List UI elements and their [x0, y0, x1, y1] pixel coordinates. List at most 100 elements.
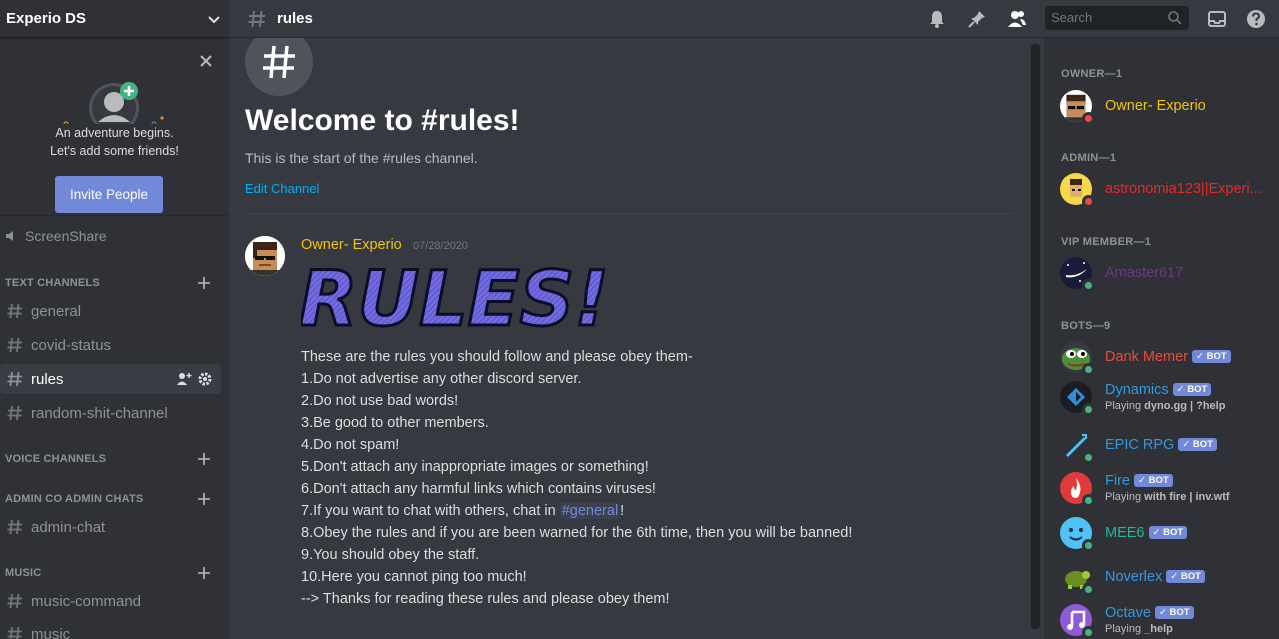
- message-content: These are the rules you should follow an…: [301, 346, 852, 610]
- member-fire[interactable]: Fire ✓ BOT Playing with fire | inv.wtf: [1060, 472, 1279, 512]
- channel-admin-chat[interactable]: admin-chat: [0, 512, 221, 542]
- status-online-badge: [1082, 626, 1095, 639]
- member-name: EPIC RPG ✓ BOT: [1105, 437, 1217, 453]
- member-list-icon[interactable]: [1006, 8, 1028, 30]
- pin-icon[interactable]: [966, 8, 988, 30]
- activity-name: dyno.gg | ?help: [1144, 400, 1226, 412]
- member-noverlex[interactable]: Noverlex ✓ BOT: [1060, 561, 1279, 601]
- help-icon[interactable]: [1245, 8, 1267, 30]
- bot-badge-label: BOT: [1169, 607, 1190, 618]
- plus-icon[interactable]: [197, 452, 211, 466]
- member-group-admin: ADMIN—1: [1061, 152, 1117, 164]
- member-owner-experio[interactable]: Owner- Experio: [1060, 90, 1279, 130]
- message-line: 2.Do not use bad words!: [301, 393, 459, 409]
- bot-badge: ✓ BOT: [1172, 383, 1212, 396]
- bot-badge-label: BOT: [1163, 527, 1184, 538]
- plus-icon[interactable]: [197, 492, 211, 506]
- member-epic-rpg[interactable]: EPIC RPG ✓ BOT: [1060, 429, 1279, 469]
- channel-label: general: [31, 302, 82, 320]
- avatar: [1060, 604, 1095, 639]
- channel-rules[interactable]: rules: [0, 364, 221, 394]
- close-icon[interactable]: [197, 52, 215, 70]
- channel-music-command[interactable]: music-command: [0, 586, 221, 616]
- status-online-badge: [1082, 363, 1095, 376]
- avatar: [1060, 173, 1095, 208]
- avatar: [1060, 429, 1095, 464]
- member-name: Dynamics ✓ BOT: [1105, 382, 1212, 398]
- guild-header[interactable]: Experio DS: [0, 0, 229, 38]
- bot-badge-label: BOT: [1206, 351, 1227, 362]
- member-dynamics[interactable]: Dynamics ✓ BOT Playing dyno.gg | ?help: [1060, 381, 1279, 421]
- category-music[interactable]: MUSIC: [5, 567, 41, 579]
- channel-mention-general[interactable]: #general: [559, 503, 621, 519]
- divider: [245, 213, 1013, 214]
- create-invite-icon[interactable]: [176, 371, 192, 387]
- message-line-text: !: [620, 503, 625, 519]
- message-author[interactable]: Owner- Experio: [301, 237, 402, 253]
- status-online-badge: [1082, 539, 1095, 552]
- member-group-owner: OWNER—1: [1061, 68, 1123, 80]
- member-name: Owner- Experio: [1105, 98, 1206, 114]
- avatar[interactable]: [245, 236, 285, 276]
- plus-icon[interactable]: [197, 566, 211, 580]
- message-line: 1.Do not advertise any other discord ser…: [301, 371, 582, 387]
- plus-icon[interactable]: [197, 276, 211, 290]
- activity-name: with fire | inv.wtf: [1144, 491, 1230, 503]
- member-activity: Playing dyno.gg | ?help: [1105, 400, 1225, 412]
- message-line: 4.Do not spam!: [301, 437, 400, 453]
- invite-people-button[interactable]: Invite People: [55, 176, 163, 213]
- edit-channel-link[interactable]: Edit Channel: [245, 181, 319, 196]
- avatar: [1060, 341, 1095, 376]
- channel-covid-status[interactable]: covid-status: [0, 330, 221, 360]
- hash-icon: [7, 626, 22, 639]
- channel-title: rules: [277, 10, 313, 27]
- inbox-icon[interactable]: [1206, 8, 1228, 30]
- channel-general[interactable]: general: [0, 296, 221, 326]
- search-input[interactable]: Search: [1045, 6, 1189, 30]
- avatar: [1060, 90, 1095, 125]
- bot-badge-label: BOT: [1148, 475, 1169, 486]
- member-name-text: Octave: [1105, 605, 1151, 621]
- welcome-title: Welcome to #rules!: [245, 104, 520, 137]
- invite-line-1: An adventure begins.: [55, 126, 174, 140]
- member-octave[interactable]: Octave ✓ BOT Playing _help: [1060, 604, 1279, 639]
- category-voice-channels[interactable]: VOICE CHANNELS: [5, 453, 106, 465]
- screenshare-label: ScreenShare: [25, 228, 107, 244]
- chat-scrollbar[interactable]: [1031, 44, 1040, 629]
- rules-banner-text: RULES!: [301, 259, 607, 337]
- bell-icon[interactable]: [926, 8, 948, 30]
- message-line: 5.Don't attach any inappropriate images …: [301, 459, 649, 475]
- gear-icon[interactable]: [197, 371, 213, 387]
- hash-icon: [7, 519, 22, 535]
- activity-prefix: Playing: [1105, 400, 1145, 412]
- activity-prefix: Playing: [1105, 623, 1145, 635]
- member-astronomia[interactable]: astronomia123||Experi...: [1060, 173, 1279, 213]
- member-amaster617[interactable]: Amaster617: [1060, 257, 1279, 297]
- rules-banner-image: RULES!: [301, 259, 607, 337]
- voice-channel-screenshare[interactable]: ScreenShare: [5, 228, 107, 244]
- add-friend-illustration-icon: [63, 82, 164, 124]
- category-text-channels[interactable]: TEXT CHANNELS: [5, 277, 100, 289]
- status-online-badge: [1082, 451, 1095, 464]
- chevron-down-icon: [208, 15, 220, 23]
- invite-message: An adventure begins. Let's add some frie…: [0, 124, 229, 160]
- hash-icon: [7, 593, 22, 609]
- member-name-text: MEE6: [1105, 525, 1145, 541]
- message-line: 8.Obey the rules and if you are been war…: [301, 525, 853, 541]
- member-name: Dank Memer ✓ BOT: [1105, 349, 1231, 365]
- message-line: These are the rules you should follow an…: [301, 349, 693, 365]
- category-admin-chats[interactable]: ADMIN CO ADMIN CHATS: [5, 493, 143, 505]
- member-activity: Playing with fire | inv.wtf: [1105, 491, 1230, 503]
- channel-random-shit-channel[interactable]: random-shit-channel: [0, 398, 221, 428]
- status-online-badge: [1082, 583, 1095, 596]
- member-mee6[interactable]: MEE6 ✓ BOT: [1060, 517, 1279, 557]
- member-dank-memer[interactable]: Dank Memer ✓ BOT: [1060, 341, 1279, 381]
- member-name: Fire ✓ BOT: [1105, 473, 1173, 489]
- bot-badge: ✓ BOT: [1148, 526, 1188, 539]
- hash-icon: [263, 45, 295, 79]
- welcome-subtitle: This is the start of the #rules channel.: [245, 150, 478, 166]
- status-dnd-badge: [1082, 112, 1095, 125]
- channel-music[interactable]: music: [0, 619, 221, 639]
- message-line: 10.Here you cannot ping too much!: [301, 569, 527, 585]
- status-online-badge: [1082, 494, 1095, 507]
